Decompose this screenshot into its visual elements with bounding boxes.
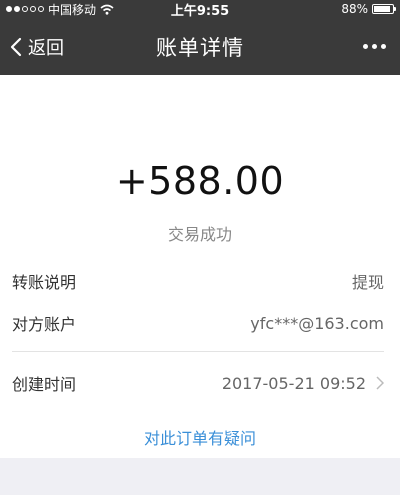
wifi-icon: [100, 4, 114, 15]
more-dot-icon: [372, 44, 377, 49]
battery-fill: [374, 6, 390, 12]
divider: [12, 351, 384, 352]
carrier-name: 中国移动: [48, 2, 97, 17]
navigation-bar: 返回 账单详情: [0, 18, 400, 75]
status-left: 中国移动: [6, 1, 114, 18]
bill-detail-card: +588.00 交易成功 转账说明 提现 对方账户 yfc***@163.com…: [0, 75, 400, 458]
row-value: 2017-05-21 09:52: [221, 373, 366, 393]
row-label: 创建时间: [12, 375, 77, 394]
order-question-link[interactable]: 对此订单有疑问: [0, 425, 400, 449]
status-bar: 中国移动 上午9:55 88%: [0, 0, 400, 19]
signal-strength-icon: [6, 6, 44, 12]
chevron-left-icon: [10, 37, 22, 56]
row-label: 转账说明: [12, 273, 77, 292]
chevron-right-icon: [376, 376, 384, 390]
more-dot-icon: [381, 44, 386, 49]
transaction-status: 交易成功: [167, 225, 232, 244]
page-title: 账单详情: [156, 35, 244, 60]
transaction-amount: +588.00: [115, 159, 285, 203]
back-label: 返回: [28, 37, 64, 59]
row-value: 提现: [351, 273, 384, 292]
more-options-button[interactable]: [363, 18, 386, 75]
more-dot-icon: [363, 44, 368, 49]
back-button[interactable]: 返回: [0, 18, 64, 75]
row-value-wrap: 2017-05-21 09:52: [222, 374, 384, 393]
battery-percent: 88%: [341, 2, 368, 16]
counterparty-account-row: 对方账户 yfc***@163.com: [0, 311, 400, 335]
transfer-note-row: 转账说明 提现: [0, 269, 400, 293]
status-time: 上午9:55: [170, 3, 230, 19]
creation-time-row[interactable]: 创建时间 2017-05-21 09:52: [0, 371, 400, 395]
status-right: 88%: [341, 2, 396, 16]
row-label: 对方账户: [12, 315, 77, 334]
row-value: yfc***@163.com: [250, 313, 384, 333]
battery-icon: [372, 4, 396, 14]
